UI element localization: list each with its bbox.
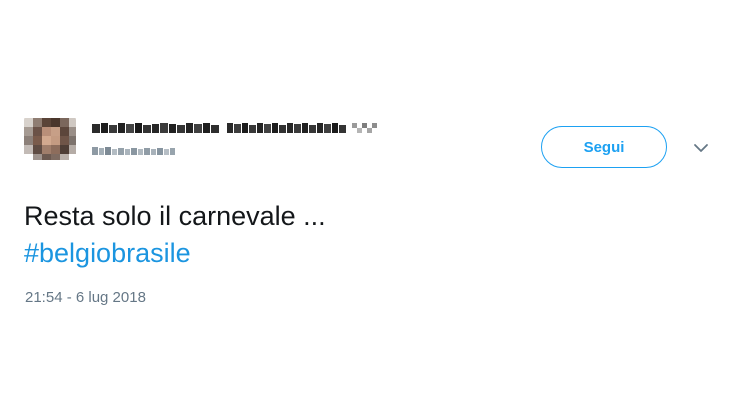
hashtag-link[interactable]: #belgiobrasile xyxy=(24,238,191,268)
tweet-body: Resta solo il carnevale ... xyxy=(24,201,326,231)
tweet-text: Resta solo il carnevale ... #belgiobrasi… xyxy=(24,198,714,272)
avatar[interactable] xyxy=(24,116,76,160)
follow-button-label: Segui xyxy=(583,138,625,156)
follow-button[interactable]: Segui xyxy=(541,126,667,168)
tweet-card: Segui Resta solo il carnevale ... #belgi… xyxy=(0,0,736,409)
author-handle-blurred xyxy=(92,144,192,156)
tweet-timestamp[interactable]: 21:54 - 6 lug 2018 xyxy=(25,289,146,306)
chevron-down-icon[interactable] xyxy=(692,139,710,157)
author-name-blurred[interactable] xyxy=(92,120,392,136)
